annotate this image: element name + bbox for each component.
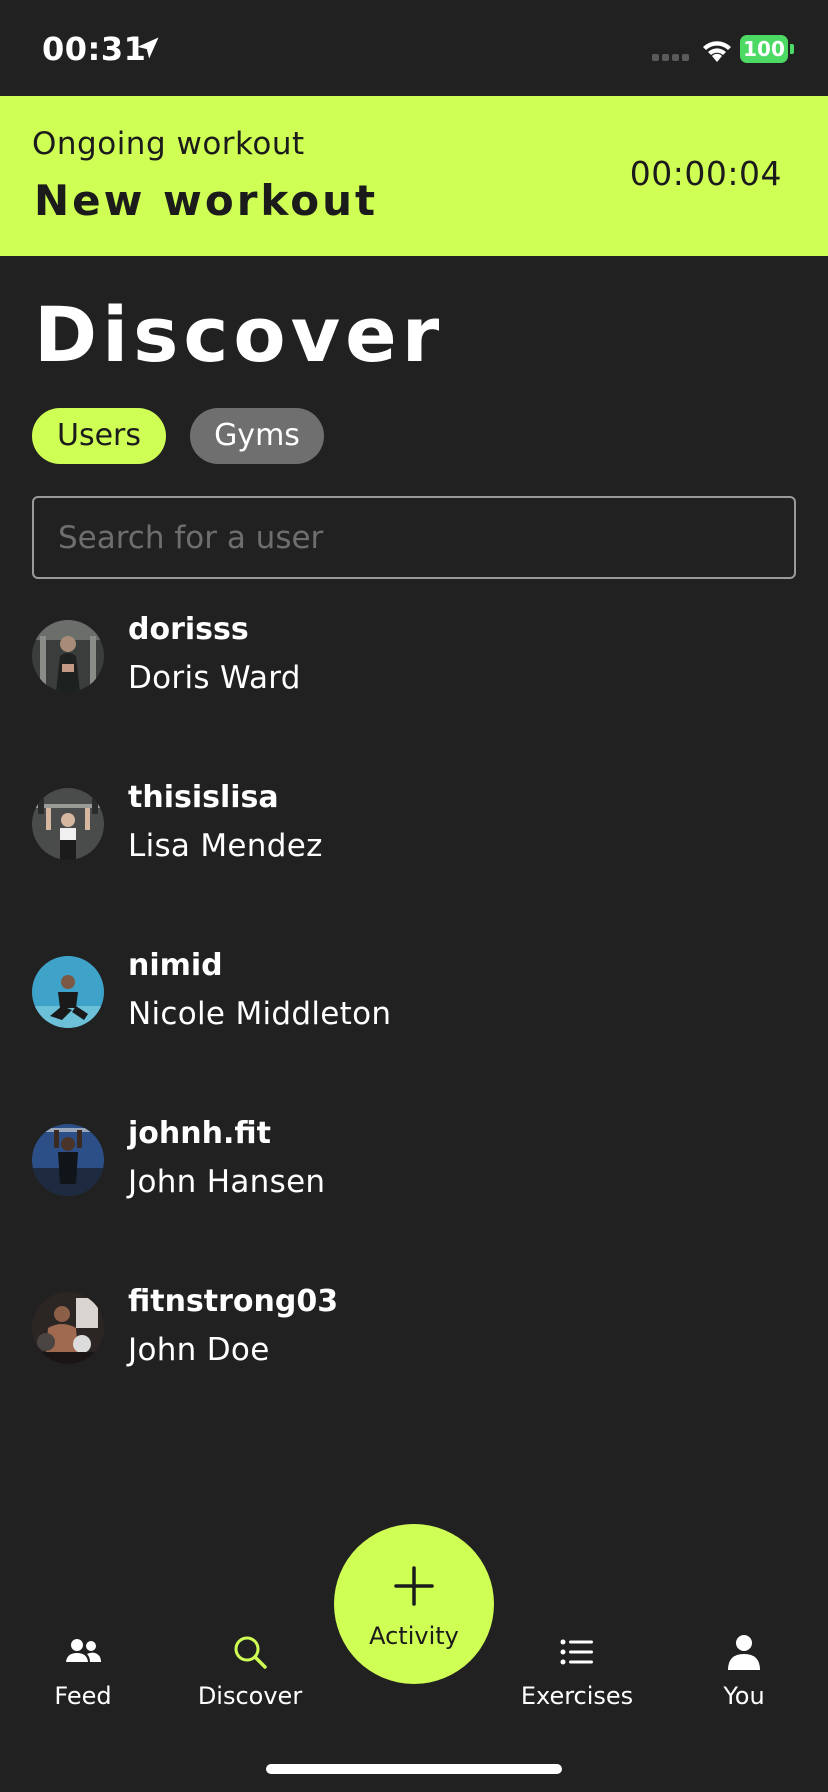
home-indicator[interactable] <box>266 1764 562 1774</box>
nav-discover-label: Discover <box>197 1682 303 1710</box>
user-username: dorisss <box>128 612 249 647</box>
person-icon <box>728 1635 760 1670</box>
list-item-user[interactable]: thisislisa Lisa Mendez <box>0 780 828 880</box>
plus-icon <box>394 1566 434 1606</box>
battery-level: 100 <box>743 37 785 61</box>
nav-you[interactable]: You <box>674 1632 814 1712</box>
avatar <box>32 788 104 860</box>
list-item-user[interactable]: fitnstrong03 John Doe <box>0 1284 828 1384</box>
banner-label: Ongoing workout <box>32 126 305 162</box>
list-item-user[interactable]: nimid Nicole Middleton <box>0 948 828 1048</box>
location-arrow-icon <box>137 37 159 59</box>
add-activity-label: Activity <box>369 1622 459 1650</box>
add-activity-button[interactable]: Activity <box>334 1524 494 1684</box>
user-username: nimid <box>128 948 223 983</box>
signal-icon <box>652 54 689 61</box>
people-icon <box>66 1639 101 1662</box>
avatar <box>32 620 104 692</box>
user-fullname: Doris Ward <box>128 660 301 696</box>
user-username: fitnstrong03 <box>128 1284 339 1319</box>
nav-exercises[interactable]: Exercises <box>507 1632 647 1712</box>
banner-title: New workout <box>34 176 379 225</box>
page-title: Discover <box>34 290 445 379</box>
discover-screen: 00:31 100 Ongoing workout New workout 00… <box>0 0 828 1792</box>
user-username: johnh.fit <box>128 1116 271 1151</box>
user-fullname: Nicole Middleton <box>128 996 392 1032</box>
search-icon <box>234 1636 267 1669</box>
list-item-user[interactable]: johnh.fit John Hansen <box>0 1116 828 1216</box>
battery-cap <box>790 44 794 54</box>
nav-feed[interactable]: Feed <box>13 1632 153 1712</box>
nav-discover[interactable]: Discover <box>180 1632 320 1712</box>
user-username: thisislisa <box>128 780 279 815</box>
search-input[interactable] <box>32 496 796 579</box>
status-bar: 00:31 100 <box>0 0 828 96</box>
user-fullname: John Hansen <box>128 1164 326 1200</box>
avatar <box>32 956 104 1028</box>
avatar <box>32 1292 104 1364</box>
wifi-icon <box>703 41 731 62</box>
avatar <box>32 1124 104 1196</box>
user-fullname: Lisa Mendez <box>128 828 323 864</box>
tab-users[interactable]: Users <box>32 408 166 464</box>
ongoing-workout-banner[interactable]: Ongoing workout New workout 00:00:04 <box>0 96 828 256</box>
battery-indicator: 100 <box>740 35 794 63</box>
nav-you-label: You <box>723 1682 765 1710</box>
nav-feed-label: Feed <box>54 1682 112 1710</box>
status-time: 00:31 <box>42 30 147 68</box>
nav-exercises-label: Exercises <box>520 1682 634 1710</box>
list-item-user[interactable]: dorisss Doris Ward <box>0 612 828 712</box>
workout-timer: 00:00:04 <box>629 154 782 193</box>
list-icon <box>560 1639 593 1665</box>
tab-gyms[interactable]: Gyms <box>190 408 324 464</box>
user-fullname: John Doe <box>128 1332 270 1368</box>
